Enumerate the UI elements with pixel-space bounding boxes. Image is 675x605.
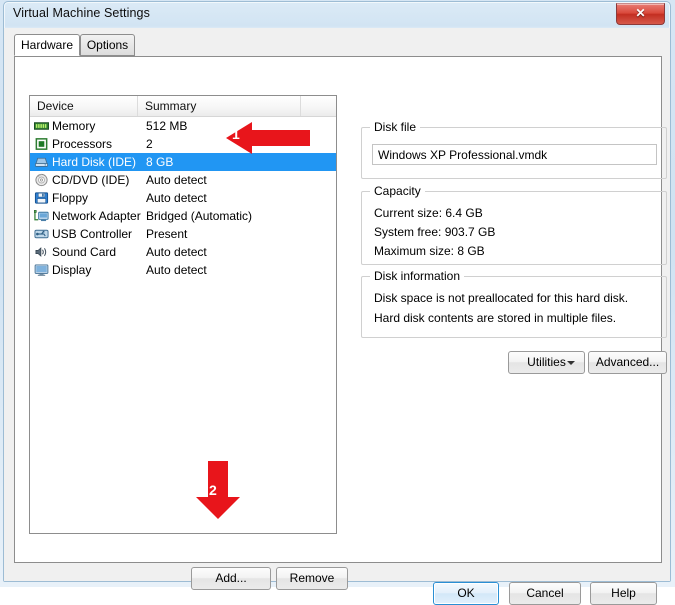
device-list-rows: Memory 512 MB Processors 2 Hard Disk (IDE) 8 … xyxy=(30,117,336,533)
device-row-processors[interactable]: Processors 2 xyxy=(30,135,336,153)
device-row-name: Sound Card xyxy=(52,245,117,259)
display-icon xyxy=(34,263,49,277)
capacity-current-size: Current size: 6.4 GB xyxy=(374,206,483,220)
device-row-sound-card[interactable]: Sound Card Auto detect xyxy=(30,243,336,261)
disk-info-line-2: Hard disk contents are stored in multipl… xyxy=(374,311,617,325)
utilities-button-label: Utilities xyxy=(527,355,566,369)
device-row-cd-dvd-ide[interactable]: CD/DVD (IDE) Auto detect xyxy=(30,171,336,189)
annotation-number-2: 2 xyxy=(209,482,217,498)
usb-controller-icon xyxy=(34,227,49,241)
device-row-floppy[interactable]: Floppy Auto detect xyxy=(30,189,336,207)
device-row-display[interactable]: Display Auto detect xyxy=(30,261,336,279)
device-row-summary: 512 MB xyxy=(146,119,188,133)
annotation-number-1: 1 xyxy=(232,126,240,142)
column-header-blank xyxy=(301,96,336,116)
tab-hardware[interactable]: Hardware xyxy=(14,34,80,56)
disk-information-group-title: Disk information xyxy=(370,269,465,283)
device-row-name: Memory xyxy=(52,119,96,133)
sound-card-icon xyxy=(34,245,49,259)
ok-button[interactable]: OK xyxy=(433,582,499,605)
device-row-name: Display xyxy=(52,263,92,277)
tab-options[interactable]: Options xyxy=(80,34,135,56)
device-row-name: Hard Disk (IDE) xyxy=(52,155,137,169)
device-row-network-adapter[interactable]: Network Adapter Bridged (Automatic) xyxy=(30,207,336,225)
advanced-button[interactable]: Advanced... xyxy=(588,351,667,374)
device-row-summary: Auto detect xyxy=(146,263,207,277)
capacity-group-title: Capacity xyxy=(370,184,425,198)
capacity-system-free: System free: 903.7 GB xyxy=(374,225,496,239)
floppy-icon xyxy=(34,191,49,205)
device-row-name: Processors xyxy=(52,137,113,151)
device-row-summary: 2 xyxy=(146,137,153,151)
device-row-summary: 8 GB xyxy=(146,155,174,169)
device-row-memory[interactable]: Memory 512 MB xyxy=(30,117,336,135)
disk-file-group: Disk file Windows XP Professional.vmdk xyxy=(361,120,667,179)
column-header-summary[interactable]: Summary xyxy=(138,96,301,116)
capacity-maximum-size: Maximum size: 8 GB xyxy=(374,244,485,258)
window-title: Virtual Machine Settings xyxy=(13,6,150,20)
device-list[interactable]: Device Summary Memory 512 MB Processors 2 Ha… xyxy=(29,95,337,534)
memory-icon xyxy=(34,119,49,133)
help-button[interactable]: Help xyxy=(590,582,657,605)
hard-disk-icon xyxy=(34,155,49,169)
capacity-group: Capacity Current size: 6.4 GB System fre… xyxy=(361,184,667,265)
device-row-hard-disk-ide[interactable]: Hard Disk (IDE) 8 GB xyxy=(30,153,336,171)
device-row-summary: Auto detect xyxy=(146,191,207,205)
device-row-usb-controller[interactable]: USB Controller Present xyxy=(30,225,336,243)
cancel-button[interactable]: Cancel xyxy=(509,582,581,605)
disk-file-group-title: Disk file xyxy=(370,120,421,134)
device-row-name: USB Controller xyxy=(52,227,133,241)
close-button[interactable]: ✕ xyxy=(616,3,665,25)
device-list-header: Device Summary xyxy=(30,96,336,117)
processor-icon xyxy=(34,137,49,151)
tab-strip: Hardware Options xyxy=(14,34,664,57)
utilities-button[interactable]: Utilities xyxy=(508,351,585,374)
device-row-name: Floppy xyxy=(52,191,89,205)
column-header-device[interactable]: Device xyxy=(30,96,138,116)
device-row-summary: Auto detect xyxy=(146,245,207,259)
device-row-name: CD/DVD (IDE) xyxy=(52,173,130,187)
cd-dvd-icon xyxy=(34,173,49,187)
close-icon: ✕ xyxy=(635,6,646,20)
dialog-client-area: Hardware Options Device Summary Memory 51… xyxy=(4,28,670,605)
disk-info-line-1: Disk space is not preallocated for this … xyxy=(374,291,629,305)
device-row-summary: Present xyxy=(146,227,188,241)
device-row-summary: Auto detect xyxy=(146,173,207,187)
chevron-down-icon xyxy=(567,361,575,365)
hardware-tab-panel: Device Summary Memory 512 MB Processors 2 Ha… xyxy=(14,56,667,590)
disk-information-group: Disk information Disk space is not preal… xyxy=(361,269,667,338)
network-adapter-icon xyxy=(34,209,49,223)
title-bar: Virtual Machine Settings ✕ xyxy=(4,2,670,28)
device-row-summary: Bridged (Automatic) xyxy=(146,209,253,223)
disk-file-input[interactable]: Windows XP Professional.vmdk xyxy=(372,144,657,165)
device-row-name: Network Adapter xyxy=(52,209,141,223)
virtual-machine-settings-window: Virtual Machine Settings ✕ Hardware Opti… xyxy=(0,0,675,605)
